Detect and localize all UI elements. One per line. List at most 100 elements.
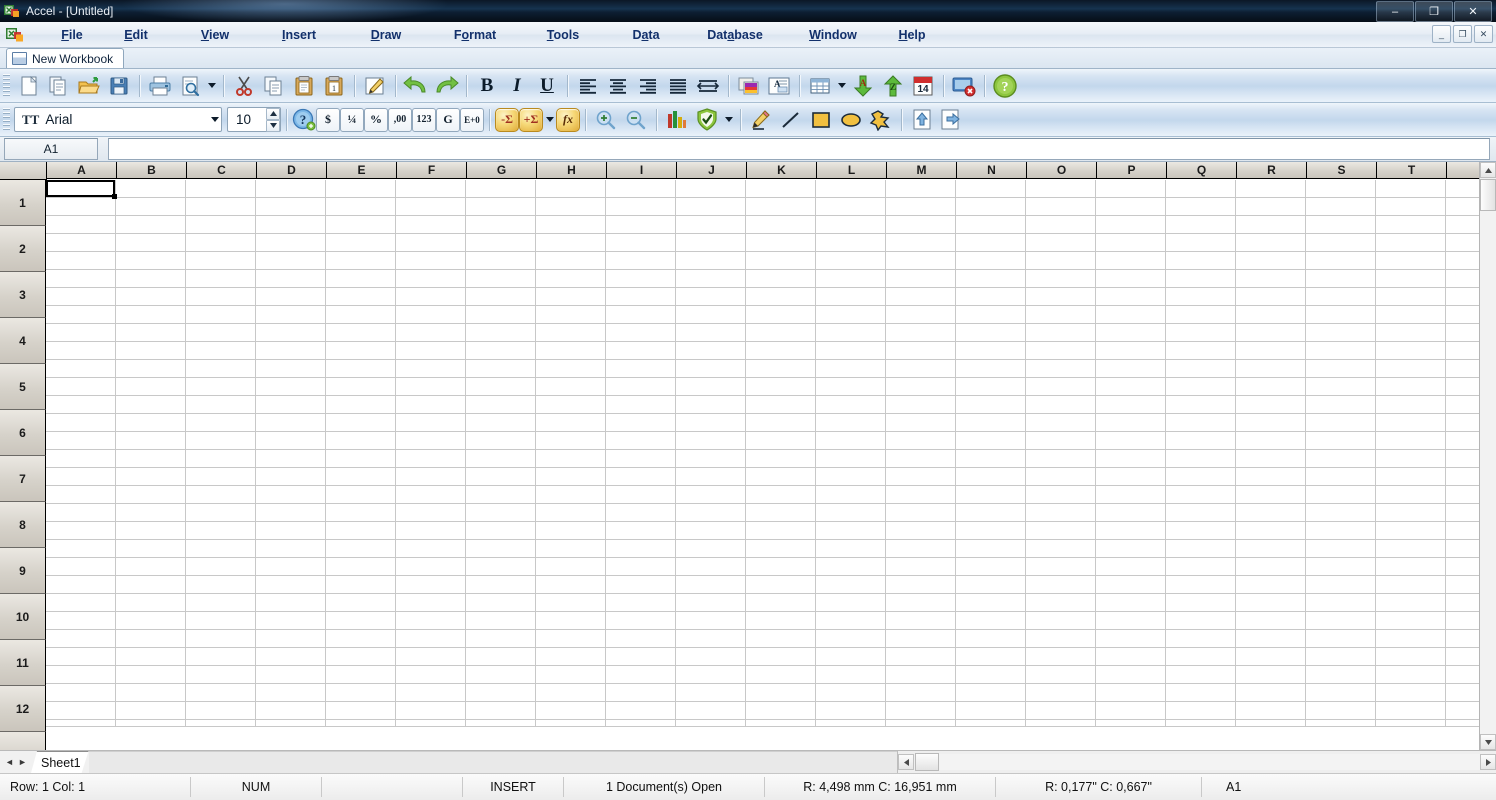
menu-file[interactable]: File	[46, 25, 98, 45]
cell-e30[interactable]	[326, 702, 396, 720]
cell-d8[interactable]	[256, 306, 326, 324]
cell-t22[interactable]	[1376, 558, 1446, 576]
align-justify-button[interactable]	[663, 72, 693, 99]
cell-c13[interactable]	[186, 396, 256, 414]
cell-p13[interactable]	[1096, 396, 1166, 414]
cell-d19[interactable]	[256, 504, 326, 522]
cell-partial[interactable]	[466, 720, 536, 727]
cell-partial[interactable]	[1446, 630, 1479, 648]
cell-o5[interactable]	[1026, 252, 1096, 270]
cell-l25[interactable]	[816, 612, 886, 630]
cell-partial[interactable]	[1166, 720, 1236, 727]
cell-g23[interactable]	[466, 576, 536, 594]
cell-r29[interactable]	[1236, 684, 1306, 702]
cell-k8[interactable]	[746, 306, 816, 324]
align-center-button[interactable]	[603, 72, 633, 99]
scroll-right-button[interactable]	[1480, 754, 1496, 770]
cell-b22[interactable]	[116, 558, 186, 576]
cell-f24[interactable]	[396, 594, 466, 612]
insert-chart-button[interactable]	[662, 106, 692, 133]
cell-a21[interactable]	[46, 540, 116, 558]
cell-k18[interactable]	[746, 486, 816, 504]
cell-g22[interactable]	[466, 558, 536, 576]
cell-j21[interactable]	[676, 540, 746, 558]
cell-h4[interactable]	[536, 234, 606, 252]
cell-c22[interactable]	[186, 558, 256, 576]
cell-f28[interactable]	[396, 666, 466, 684]
cell-c15[interactable]	[186, 432, 256, 450]
cell-l13[interactable]	[816, 396, 886, 414]
cell-s27[interactable]	[1306, 648, 1376, 666]
cell-r11[interactable]	[1236, 360, 1306, 378]
cell-partial[interactable]	[1446, 468, 1479, 486]
cell-s1[interactable]	[1306, 180, 1376, 198]
cell-t23[interactable]	[1376, 576, 1446, 594]
cell-k27[interactable]	[746, 648, 816, 666]
cell-e16[interactable]	[326, 450, 396, 468]
menu-data[interactable]: Data	[606, 25, 686, 45]
screen-refresh-button[interactable]	[949, 72, 979, 99]
paste-button[interactable]	[289, 72, 319, 99]
fill-handle[interactable]	[112, 194, 117, 199]
cell-partial[interactable]	[1446, 540, 1479, 558]
paste-special-button[interactable]: 1	[319, 72, 349, 99]
column-header-d[interactable]: D	[257, 162, 327, 179]
cell-l24[interactable]	[816, 594, 886, 612]
cell-m5[interactable]	[886, 252, 956, 270]
column-header-k[interactable]: K	[747, 162, 817, 179]
cell-j20[interactable]	[676, 522, 746, 540]
cell-i2[interactable]	[606, 198, 676, 216]
cell-i20[interactable]	[606, 522, 676, 540]
horizontal-scroll-track[interactable]	[939, 754, 1480, 770]
cell-s14[interactable]	[1306, 414, 1376, 432]
cell-m4[interactable]	[886, 234, 956, 252]
cell-b30[interactable]	[116, 702, 186, 720]
cell-b14[interactable]	[116, 414, 186, 432]
cell-a24[interactable]	[46, 594, 116, 612]
cell-r27[interactable]	[1236, 648, 1306, 666]
draw-pencil-button[interactable]	[746, 106, 776, 133]
format-help-button[interactable]: ?	[292, 106, 316, 133]
cell-p24[interactable]	[1096, 594, 1166, 612]
cell-n10[interactable]	[956, 342, 1026, 360]
cell-o23[interactable]	[1026, 576, 1096, 594]
cell-h7[interactable]	[536, 288, 606, 306]
cell-t11[interactable]	[1376, 360, 1446, 378]
sheet-prev-icon[interactable]: ◄	[3, 753, 16, 771]
cell-h22[interactable]	[536, 558, 606, 576]
cell-g30[interactable]	[466, 702, 536, 720]
column-header-a[interactable]: A	[47, 162, 117, 179]
fill-color-button[interactable]	[734, 72, 764, 99]
cell-partial[interactable]	[956, 720, 1026, 727]
cell-m11[interactable]	[886, 360, 956, 378]
column-header-n[interactable]: N	[957, 162, 1027, 179]
cell-l28[interactable]	[816, 666, 886, 684]
cell-partial[interactable]	[536, 720, 606, 727]
protect-sheet-button[interactable]	[692, 106, 722, 133]
cell-j11[interactable]	[676, 360, 746, 378]
cell-t25[interactable]	[1376, 612, 1446, 630]
cell-q16[interactable]	[1166, 450, 1236, 468]
cell-l5[interactable]	[816, 252, 886, 270]
cell-b26[interactable]	[116, 630, 186, 648]
cell-b10[interactable]	[116, 342, 186, 360]
cell-n5[interactable]	[956, 252, 1026, 270]
cell-d4[interactable]	[256, 234, 326, 252]
cell-partial[interactable]	[1446, 234, 1479, 252]
cell-j28[interactable]	[676, 666, 746, 684]
cell-q27[interactable]	[1166, 648, 1236, 666]
cell-d28[interactable]	[256, 666, 326, 684]
cell-partial[interactable]	[186, 720, 256, 727]
cell-q8[interactable]	[1166, 306, 1236, 324]
cell-partial[interactable]	[1446, 252, 1479, 270]
row-header-1[interactable]: 1	[0, 180, 46, 226]
cell-s17[interactable]	[1306, 468, 1376, 486]
cell-b3[interactable]	[116, 216, 186, 234]
mdi-close-button[interactable]: ✕	[1474, 25, 1493, 43]
cell-g19[interactable]	[466, 504, 536, 522]
cell-partial[interactable]	[1446, 432, 1479, 450]
cell-h10[interactable]	[536, 342, 606, 360]
cell-j24[interactable]	[676, 594, 746, 612]
cell-j4[interactable]	[676, 234, 746, 252]
cell-r26[interactable]	[1236, 630, 1306, 648]
